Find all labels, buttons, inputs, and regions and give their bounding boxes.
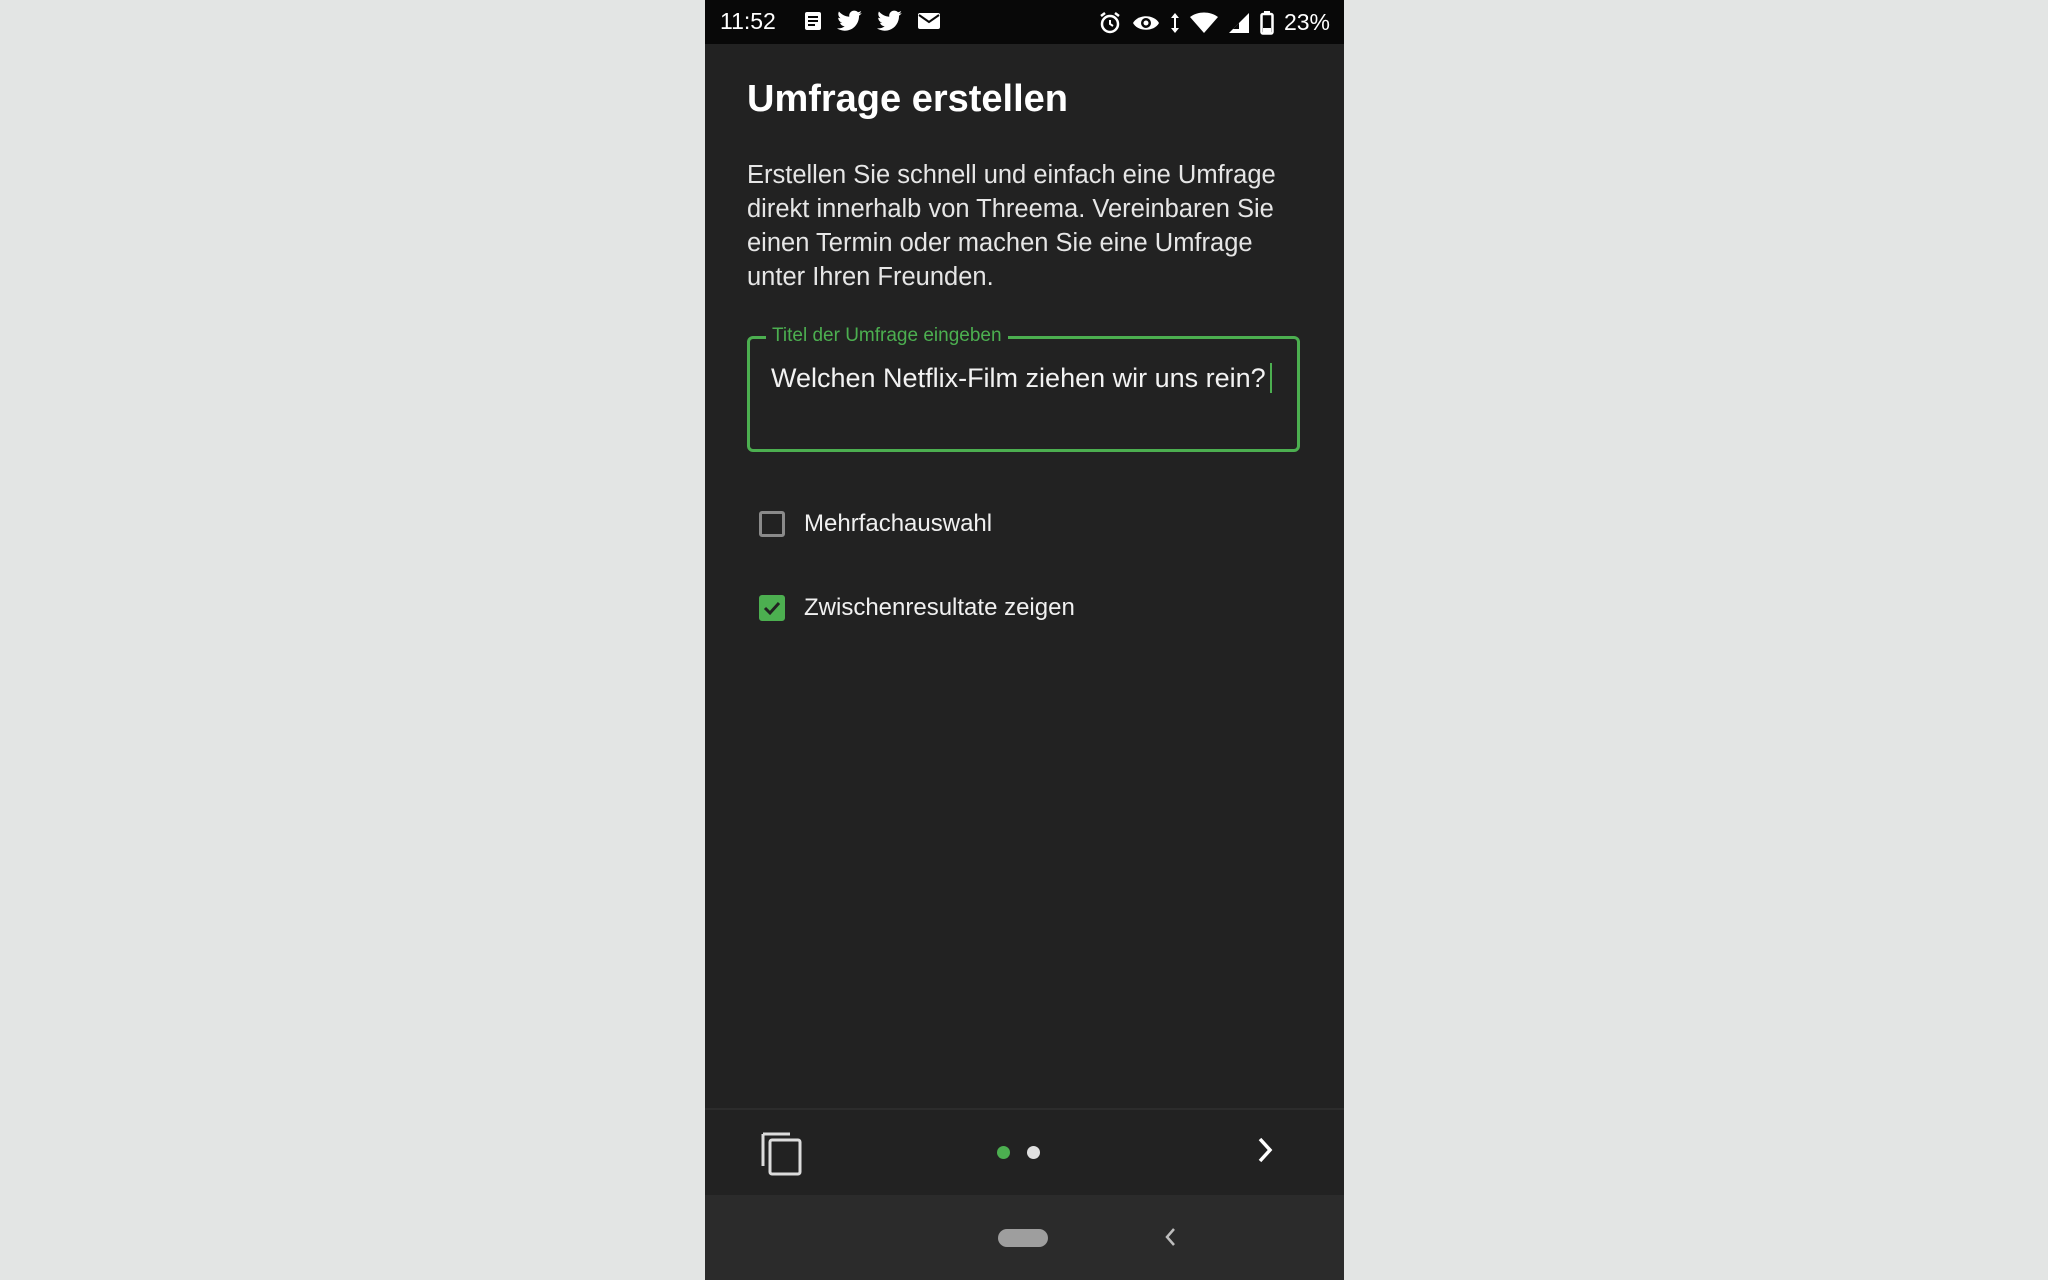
data-arrows-icon <box>1170 12 1180 34</box>
wizard-navigation <box>705 1110 1344 1195</box>
show-results-checkbox[interactable] <box>759 595 785 621</box>
multiple-choice-label: Mehrfachauswahl <box>804 510 993 537</box>
mail-icon <box>917 11 941 31</box>
page-title: Umfrage erstellen <box>747 78 1069 120</box>
chevron-right-icon <box>1258 1137 1273 1163</box>
copy-poll-button[interactable] <box>760 1128 804 1176</box>
twitter-icon <box>837 10 863 32</box>
next-button[interactable] <box>1253 1132 1277 1168</box>
signal-icon <box>1228 12 1250 34</box>
status-bar: 11:52 23% <box>705 0 1344 44</box>
copy-icon <box>761 1132 802 1176</box>
page-description: Erstellen Sie schnell und einfach eine U… <box>747 161 1276 291</box>
checkmark-icon <box>763 601 781 616</box>
multiple-choice-checkbox[interactable] <box>759 511 785 537</box>
back-chevron-icon <box>1165 1228 1175 1246</box>
option-multiple-choice[interactable]: Mehrfachauswahl <box>759 510 992 538</box>
page-indicator <box>997 1146 1040 1159</box>
option-show-intermediate-results[interactable]: Zwischenresultate zeigen <box>759 594 1075 622</box>
back-button[interactable] <box>1163 1225 1177 1249</box>
home-button[interactable] <box>998 1229 1048 1247</box>
alarm-icon <box>1098 11 1122 35</box>
poll-title-text: Welchen Netflix-Film ziehen wir uns rein… <box>771 363 1266 393</box>
eye-icon <box>1132 13 1160 33</box>
battery-percentage: 23% <box>1283 9 1330 35</box>
twitter-icon <box>877 10 903 32</box>
poll-title-input[interactable]: Welchen Netflix-Film ziehen wir uns rein… <box>771 361 1281 395</box>
text-cursor <box>1269 363 1272 393</box>
poll-title-label: Titel der Umfrage eingeben <box>766 325 1008 347</box>
show-results-label: Zwischenresultate zeigen <box>804 594 1075 621</box>
battery-icon <box>1260 10 1274 35</box>
notes-icon <box>803 10 823 32</box>
phone-screen: 11:52 23% Umfrage erstellen Erstellen Si… <box>705 0 1344 1280</box>
poll-title-field[interactable]: Titel der Umfrage eingeben Welchen Netfl… <box>747 325 1300 452</box>
page-dot-active <box>997 1146 1010 1159</box>
wifi-icon <box>1189 12 1218 34</box>
notification-icons <box>803 10 941 32</box>
system-status-icons: 23% <box>1098 9 1330 36</box>
page-dot-inactive <box>1027 1146 1040 1159</box>
status-time: 11:52 <box>720 8 776 34</box>
system-navigation-bar <box>705 1195 1344 1280</box>
